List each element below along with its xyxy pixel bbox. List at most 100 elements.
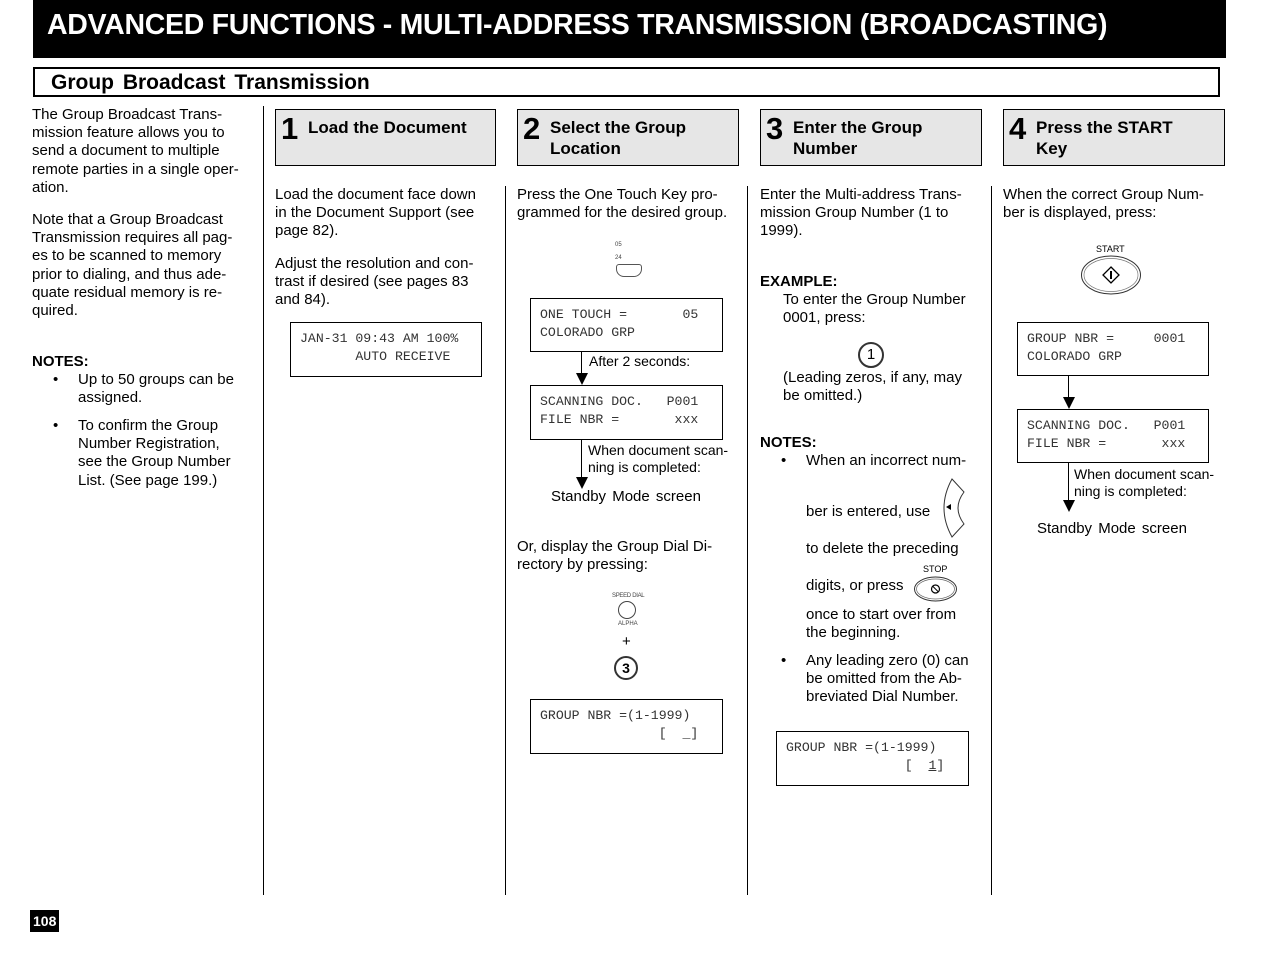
note-text: Any leading zero (0) can be omitted from… <box>806 652 986 707</box>
lcd-line: FILE NBR = xxx <box>540 412 699 427</box>
text-line: (Leading zeros, if any, may <box>783 369 962 386</box>
step-2-header: 2 Select the Group Location <box>517 109 739 166</box>
text-line: once to start over from <box>806 606 957 623</box>
text-line: breviated Dial Number. <box>806 688 959 706</box>
text-line: When the correct Group Num- <box>1003 186 1204 203</box>
step-2-paragraph-1: Press the One Touch Key pro- grammed for… <box>517 186 742 222</box>
flow-arrow-head <box>576 373 588 385</box>
text-line: 0001, press: <box>783 309 866 327</box>
lcd-display-group-number: GROUP NBR = 0001 COLORADO GRP <box>1017 322 1209 376</box>
bullet: • <box>781 452 787 469</box>
one-touch-label-top: 05 <box>615 242 622 248</box>
leading-zeros-text: (Leading zeros, if any, may be omitted.) <box>783 369 983 405</box>
step-4-header: 4 Press the START Key <box>1003 109 1225 166</box>
step-title: Enter the Group Number <box>793 117 922 159</box>
text-line: ning is completed: <box>588 459 701 475</box>
text-line: the beginning. <box>806 624 901 642</box>
one-touch-key-icon[interactable] <box>616 264 642 277</box>
step-4-paragraph-1: When the correct Group Num- ber is displ… <box>1003 186 1228 222</box>
text-line: Up to 50 groups can be <box>78 371 234 388</box>
text-line: be omitted.) <box>783 387 863 405</box>
chapter-title: ADVANCED FUNCTIONS - MULTI-ADDRESS TRANS… <box>47 9 1108 41</box>
column-divider <box>991 186 992 895</box>
intro-note-1: Up to 50 groups can be assigned. <box>78 371 258 407</box>
note-text: digits, or press <box>806 577 904 594</box>
lcd-line: [ _] <box>540 725 713 743</box>
lcd-line: GROUP NBR = 0001 <box>1027 331 1186 346</box>
lcd-line: SCANNING DOC. P001 <box>1027 418 1186 433</box>
text-line: ber is displayed, press: <box>1003 204 1157 222</box>
standby-mode-label: Standby Mode screen <box>551 488 701 505</box>
step-1-header: 1 Load the Document <box>275 109 496 166</box>
text-line: Note that a Group Broadcast <box>32 211 223 228</box>
stop-key-icon[interactable] <box>913 575 958 603</box>
flow-arrow-head <box>1063 397 1075 409</box>
lcd-display-standby: JAN-31 09:43 AM 100% AUTO RECEIVE <box>290 322 482 377</box>
bullet: • <box>53 371 59 388</box>
number-key-3-icon[interactable]: 3 <box>614 656 638 680</box>
note-text: ber is entered, use <box>806 503 931 520</box>
note-text: to delete the preceding <box>806 540 959 557</box>
text-line: Enter the Multi-address Trans- <box>760 186 962 203</box>
lcd-display-group-dial: GROUP NBR =(1-1999) [ _] <box>530 699 723 754</box>
text-line: Any leading zero (0) can <box>806 652 969 669</box>
speed-dial-key-icon[interactable] <box>618 601 636 619</box>
lcd-line: AUTO RECEIVE <box>300 349 451 364</box>
standby-mode-label: Standby Mode screen <box>1037 520 1187 537</box>
lcd-line: [ 1] <box>786 757 959 775</box>
back-arrow-key-icon[interactable] <box>938 478 966 538</box>
scan-complete-label: When document scan- ning is completed: <box>588 442 728 476</box>
start-key-icon[interactable] <box>1080 254 1142 296</box>
start-label: START <box>1096 244 1125 254</box>
after-seconds-label: After 2 seconds: <box>589 353 691 369</box>
plus-sign: + <box>622 633 631 650</box>
lcd-line: SCANNING DOC. P001 <box>540 394 699 409</box>
text-line: prior to dialing, and thus ade- <box>32 265 227 283</box>
number-key-1-icon[interactable]: 1 <box>858 342 884 368</box>
step-title-line: Location <box>550 139 621 158</box>
column-divider <box>505 186 506 895</box>
intro-paragraph-1: The Group Broadcast Trans- mission featu… <box>32 106 257 197</box>
flow-arrow-line <box>1068 463 1069 501</box>
text-line: Or, display the Group Dial Di- <box>517 538 713 555</box>
text-line: Load the document face down <box>275 186 476 203</box>
stop-label: STOP <box>923 564 948 574</box>
bullet: • <box>53 417 59 434</box>
text-line: mission Group Number (1 to <box>760 204 949 222</box>
column-divider <box>263 106 264 895</box>
text-line: To enter the Group Number <box>783 291 966 308</box>
step-title: Press the START Key <box>1036 117 1173 159</box>
lcd-display-scanning: SCANNING DOC. P001 FILE NBR = xxx <box>1017 409 1209 463</box>
flow-arrow-line <box>581 440 582 478</box>
text-line: and 84). <box>275 291 331 309</box>
text-line: List. (See page 199.) <box>78 471 218 489</box>
text-line: be omitted from the Ab- <box>806 670 962 688</box>
text-line: quired. <box>32 302 78 320</box>
text-line: ning is completed: <box>1074 483 1187 499</box>
lcd-line: GROUP NBR =(1-1999) <box>540 708 691 723</box>
text-line: ation. <box>32 178 69 196</box>
text-line: in the Document Support (see <box>275 204 475 222</box>
step-number: 2 <box>523 111 541 146</box>
intro-note-2: To confirm the Group Number Registration… <box>78 417 258 490</box>
lcd-line: JAN-31 09:43 AM 100% <box>300 331 459 346</box>
page-number: 108 <box>30 910 60 932</box>
lcd-line: COLORADO GRP <box>1027 349 1122 364</box>
step-number: 3 <box>766 111 784 146</box>
text-line: 1999). <box>760 222 803 240</box>
section-header: Group Broadcast Transmission <box>33 67 1220 97</box>
step-title-line: Load the Document <box>308 118 467 137</box>
step-title-line: Select the Group <box>550 118 687 137</box>
section-title: Group Broadcast Transmission <box>51 71 370 94</box>
text-line: send a document to multiple <box>32 142 220 160</box>
text-line: page 82). <box>275 222 339 240</box>
step-3-notes-label: NOTES: <box>760 434 817 451</box>
lcd-display-scanning: SCANNING DOC. P001 FILE NBR = xxx <box>530 385 723 440</box>
lcd-line: FILE NBR = xxx <box>1027 436 1186 451</box>
flow-arrow-head <box>1063 500 1075 512</box>
lcd-line: GROUP NBR =(1-1999) <box>786 740 937 755</box>
chapter-banner: ADVANCED FUNCTIONS - MULTI-ADDRESS TRANS… <box>33 0 1226 58</box>
lcd-text: ] <box>690 726 699 741</box>
one-touch-label-bottom: 24 <box>615 255 622 261</box>
speed-dial-label: SPEED DIAL <box>612 593 645 599</box>
